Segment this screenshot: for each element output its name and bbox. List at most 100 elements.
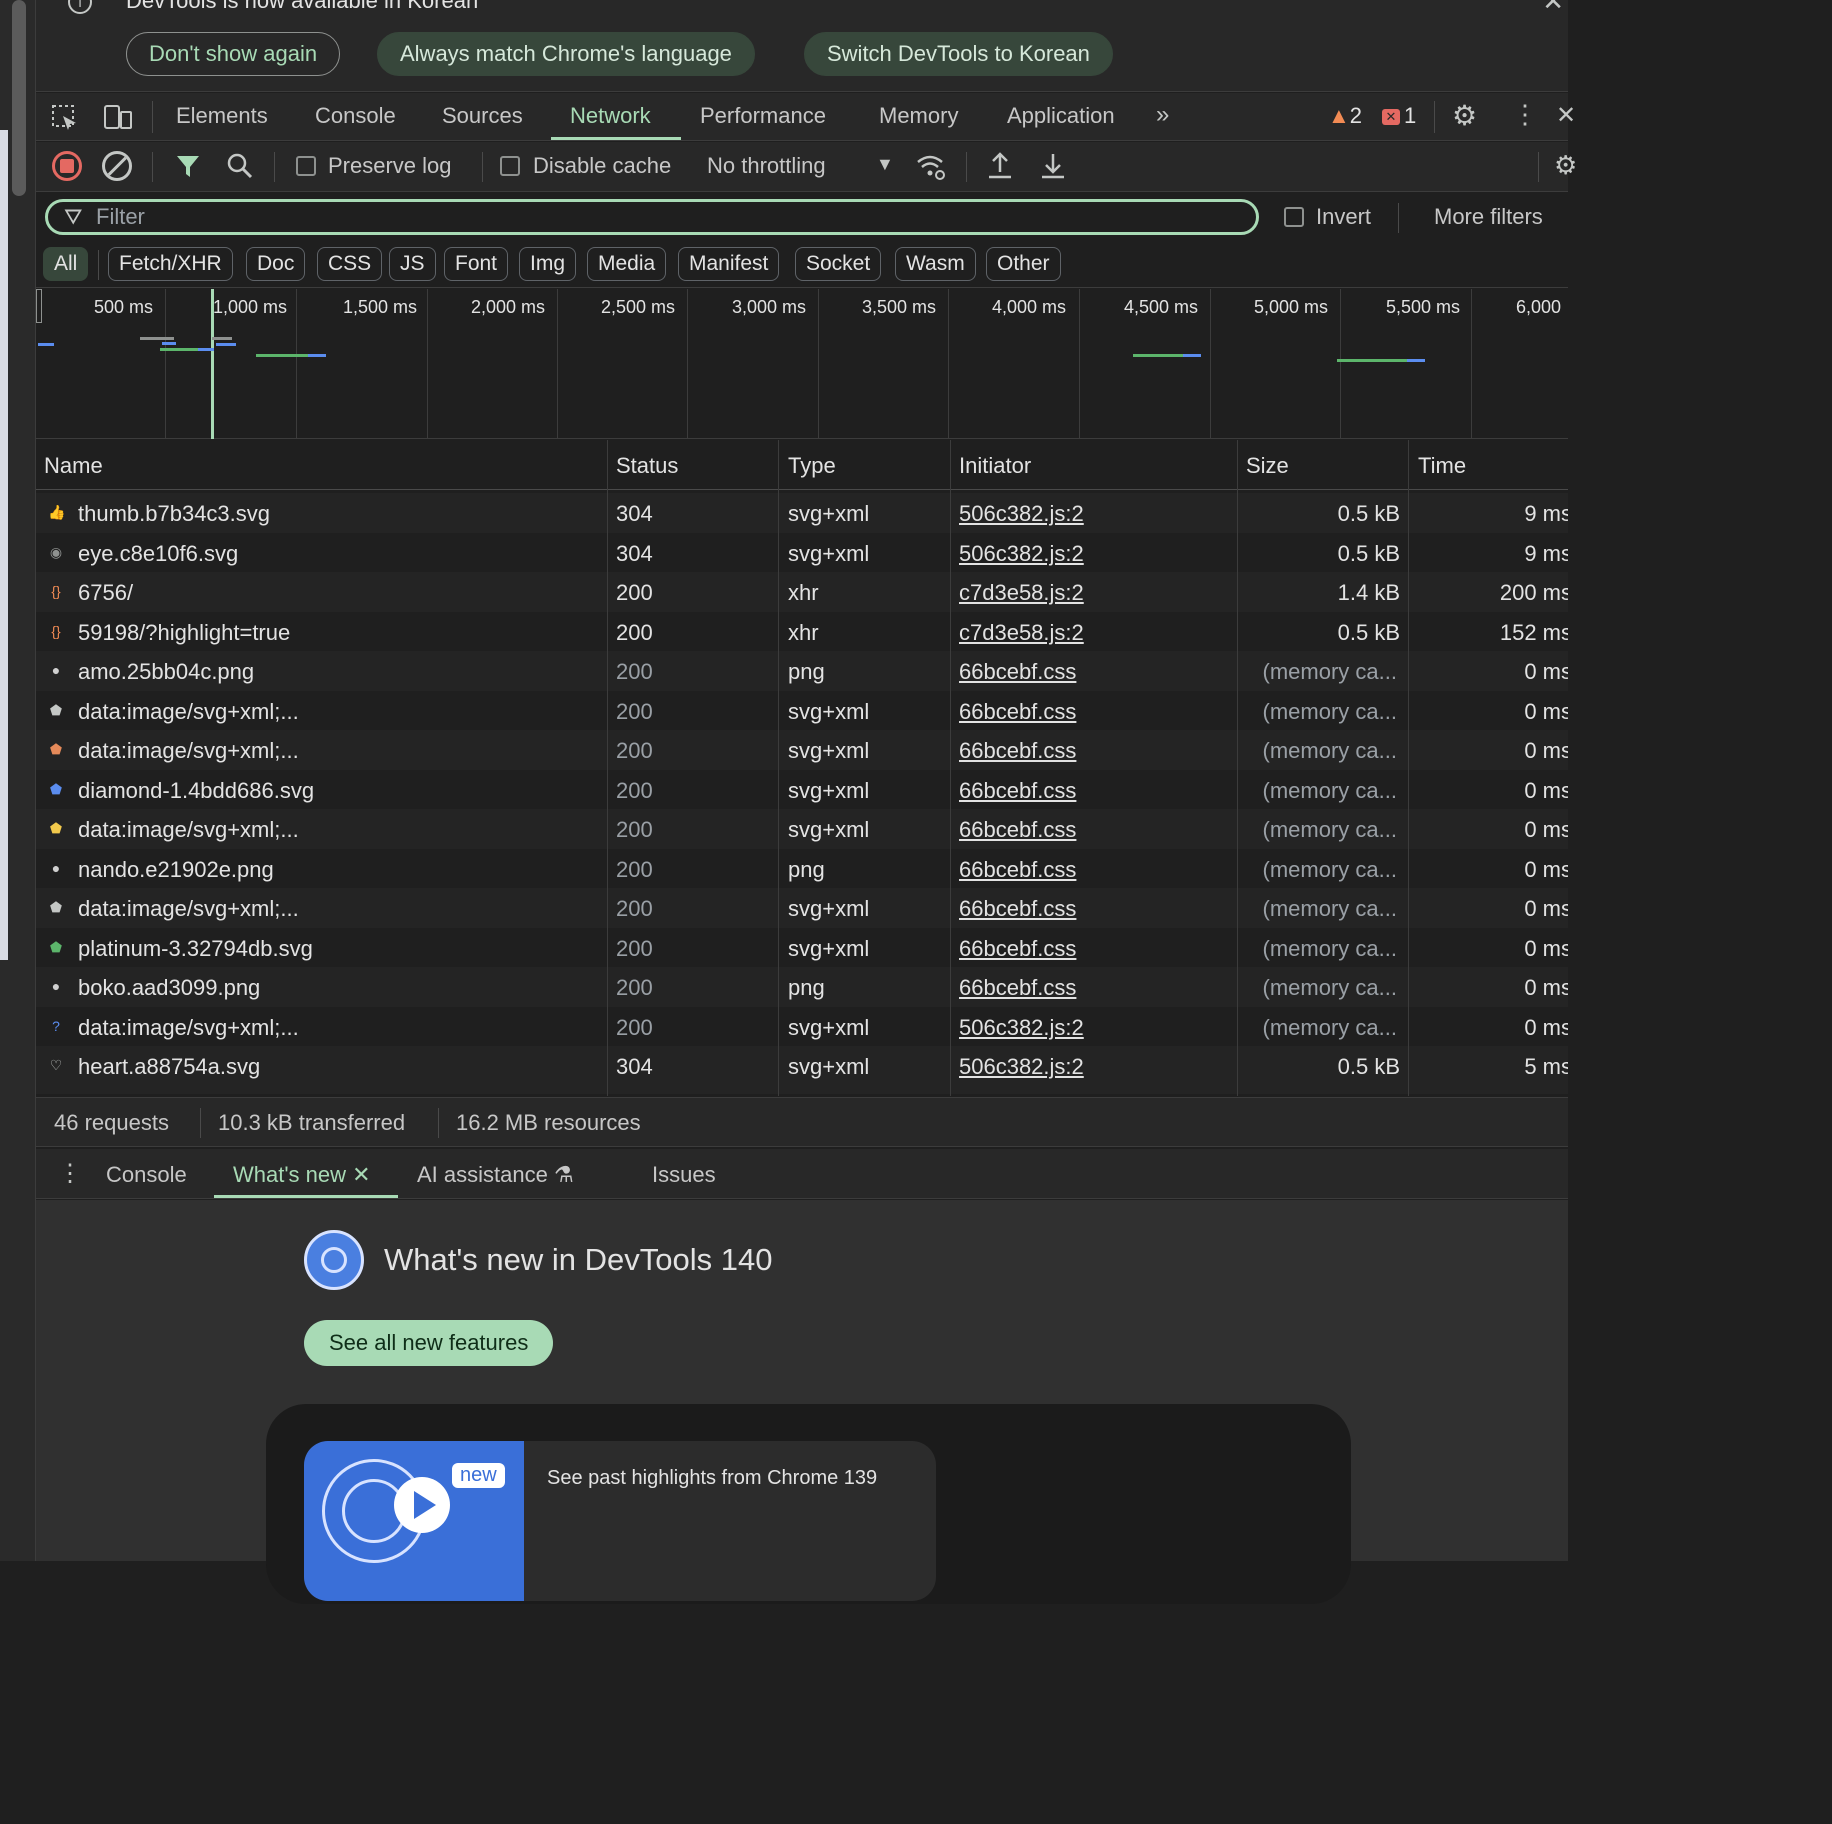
type-filter-css[interactable]: CSS <box>317 247 383 281</box>
scrollbar-thumb[interactable] <box>12 0 26 196</box>
tab-console[interactable]: Console <box>315 103 396 129</box>
overview-handle-left[interactable] <box>36 289 42 323</box>
clear-button[interactable] <box>102 151 132 181</box>
disable-cache-checkbox[interactable] <box>500 156 520 176</box>
device-toolbar-icon[interactable] <box>102 103 134 133</box>
filter-input[interactable] <box>96 204 1196 230</box>
warnings-badge[interactable]: ▲2 <box>1328 103 1362 129</box>
more-tabs-icon[interactable]: » <box>1156 101 1169 129</box>
throttling-select[interactable]: No throttling <box>707 153 826 179</box>
table-row[interactable]: ● amo.25bb04c.png 200 png 66bcebf.css (memory… <box>36 651 1568 691</box>
table-row[interactable]: ♡ heart.a88754a.svg 304 svg+xml 506c382.js:2… <box>36 1046 1568 1086</box>
table-row[interactable]: {} 6756/200 xhr c7d3e58.js:2 1.4 kB 200 ms <box>36 572 1568 612</box>
close-devtools-icon[interactable]: ✕ <box>1556 101 1576 130</box>
tab-performance[interactable]: Performance <box>700 103 826 129</box>
request-initiator-link[interactable]: 66bcebf.css <box>959 857 1076 883</box>
more-options-icon[interactable]: ⋮ <box>1512 99 1538 130</box>
type-filter-other[interactable]: Other <box>986 247 1061 281</box>
request-initiator-link[interactable]: 506c382.js:2 <box>959 501 1084 527</box>
tab-application[interactable]: Application <box>1007 103 1115 129</box>
request-initiator-link[interactable]: c7d3e58.js:2 <box>959 620 1084 646</box>
stop-recording-button[interactable] <box>52 151 82 181</box>
more-filters-dropdown[interactable]: More filters <box>1434 204 1543 230</box>
preserve-log-checkbox[interactable] <box>296 156 316 176</box>
drawer-tab-ai-assistance[interactable]: AI assistance ⚗ <box>417 1162 574 1188</box>
type-filter-wasm[interactable]: Wasm <box>895 247 976 281</box>
column-divider[interactable] <box>950 440 951 1096</box>
import-har-icon[interactable] <box>986 150 1014 182</box>
type-filter-all[interactable]: All <box>43 247 89 281</box>
column-header-type[interactable]: Type <box>788 453 836 479</box>
request-initiator-link[interactable]: 506c382.js:2 <box>959 1015 1084 1041</box>
close-tab-icon[interactable]: ✕ <box>352 1162 370 1187</box>
network-settings-icon[interactable]: ⚙ <box>1554 150 1577 181</box>
search-icon[interactable] <box>226 152 254 180</box>
past-highlights-link[interactable]: new See past highlights from Chrome 139 <box>304 1441 936 1601</box>
column-divider[interactable] <box>1408 440 1409 1096</box>
invert-label[interactable]: Invert <box>1316 204 1371 230</box>
column-header-time[interactable]: Time <box>1418 453 1466 479</box>
network-conditions-icon[interactable] <box>914 150 948 182</box>
drawer-tab-console[interactable]: Console <box>106 1162 187 1188</box>
column-header-name[interactable]: Name <box>44 453 103 479</box>
request-initiator-link[interactable]: 506c382.js:2 <box>959 1054 1084 1080</box>
see-all-new-features-button[interactable]: See all new features <box>304 1320 554 1366</box>
column-header-status[interactable]: Status <box>616 453 678 479</box>
type-filter-font[interactable]: Font <box>444 247 509 281</box>
network-overview[interactable]: 500 ms 1,000 ms 1,500 ms 2,000 ms 2,500 … <box>36 289 1568 439</box>
table-row[interactable]: ⬟ diamond-1.4bdd686.svg 200 svg+xml 66bcebf.… <box>36 769 1568 809</box>
request-initiator-link[interactable]: 66bcebf.css <box>959 896 1076 922</box>
filter-funnel-icon[interactable] <box>174 152 202 180</box>
type-filter-doc[interactable]: Doc <box>246 247 306 281</box>
drawer-tab-issues[interactable]: Issues <box>652 1162 716 1188</box>
tab-elements[interactable]: Elements <box>176 103 268 129</box>
request-initiator-link[interactable]: 66bcebf.css <box>959 659 1076 685</box>
request-initiator-link[interactable]: 66bcebf.css <box>959 699 1076 725</box>
column-divider[interactable] <box>1237 440 1238 1096</box>
request-initiator-link[interactable]: 66bcebf.css <box>959 936 1076 962</box>
inspect-element-icon[interactable] <box>50 103 80 133</box>
chevron-down-icon[interactable]: ▼ <box>876 154 894 175</box>
switch-to-korean-button[interactable]: Switch DevTools to Korean <box>804 32 1113 76</box>
table-row[interactable]: ? data:image/svg+xml;... 200 svg+xml 506c382… <box>36 1006 1568 1046</box>
request-initiator-link[interactable]: c7d3e58.js:2 <box>959 580 1084 606</box>
drawer-menu-icon[interactable]: ⋮ <box>58 1159 82 1188</box>
settings-gear-icon[interactable]: ⚙ <box>1452 99 1477 132</box>
request-initiator-link[interactable]: 66bcebf.css <box>959 817 1076 843</box>
table-row[interactable]: ● nando.e21902e.png 200 png 66bcebf.css (memo… <box>36 848 1568 888</box>
type-filter-media[interactable]: Media <box>587 247 667 281</box>
close-icon[interactable]: ✕ <box>1542 0 1564 17</box>
table-row[interactable]: ⬟ data:image/svg+xml;... 200 svg+xml 66bcebf… <box>36 690 1568 730</box>
type-filter-socket[interactable]: Socket <box>795 247 882 281</box>
invert-checkbox[interactable] <box>1284 207 1304 227</box>
tab-memory[interactable]: Memory <box>879 103 958 129</box>
preserve-log-label[interactable]: Preserve log <box>328 153 452 179</box>
type-filter-img[interactable]: Img <box>519 247 577 281</box>
request-initiator-link[interactable]: 66bcebf.css <box>959 975 1076 1001</box>
table-row[interactable]: ⬟ data:image/svg+xml;... 200 svg+xml 66bcebf… <box>36 888 1568 928</box>
export-har-icon[interactable] <box>1039 150 1067 182</box>
column-divider[interactable] <box>778 440 779 1096</box>
tab-network[interactable]: Network <box>570 103 651 129</box>
type-filter-js[interactable]: JS <box>389 247 436 281</box>
tab-sources[interactable]: Sources <box>442 103 523 129</box>
disable-cache-label[interactable]: Disable cache <box>533 153 671 179</box>
dont-show-again-button[interactable]: Don't show again <box>126 32 341 76</box>
table-row[interactable]: ⬟ platinum-3.32794db.svg 200 svg+xml 66bcebf… <box>36 927 1568 967</box>
drawer-tab-whats-new[interactable]: What's new ✕ <box>233 1162 371 1188</box>
table-row[interactable]: ● boko.aad3099.png 200 png 66bcebf.css (memor… <box>36 967 1568 1007</box>
request-initiator-link[interactable]: 66bcebf.css <box>959 738 1076 764</box>
table-row[interactable]: {} 59198/?highlight=true 200 xhr c7d3e58.js:… <box>36 611 1568 651</box>
errors-badge[interactable]: ✕ 1 <box>1382 103 1416 129</box>
type-filter-manifest[interactable]: Manifest <box>678 247 780 281</box>
column-divider[interactable] <box>607 440 608 1096</box>
always-match-language-button[interactable]: Always match Chrome's language <box>377 32 755 76</box>
request-initiator-link[interactable]: 506c382.js:2 <box>959 541 1084 567</box>
column-header-size[interactable]: Size <box>1246 453 1289 479</box>
type-filter-fetch-xhr[interactable]: Fetch/XHR <box>108 247 233 281</box>
request-initiator-link[interactable]: 66bcebf.css <box>959 778 1076 804</box>
column-header-initiator[interactable]: Initiator <box>959 453 1031 479</box>
table-row[interactable]: 👍 thumb.b7b34c3.svg 304 svg+xml 506c382.js:2… <box>36 493 1568 533</box>
table-row[interactable]: ◉ eye.c8e10f6.svg 304 svg+xml 506c382.js:2 0.… <box>36 532 1568 572</box>
table-row[interactable]: ⬟ data:image/svg+xml;... 200 svg+xml 66bcebf… <box>36 730 1568 770</box>
